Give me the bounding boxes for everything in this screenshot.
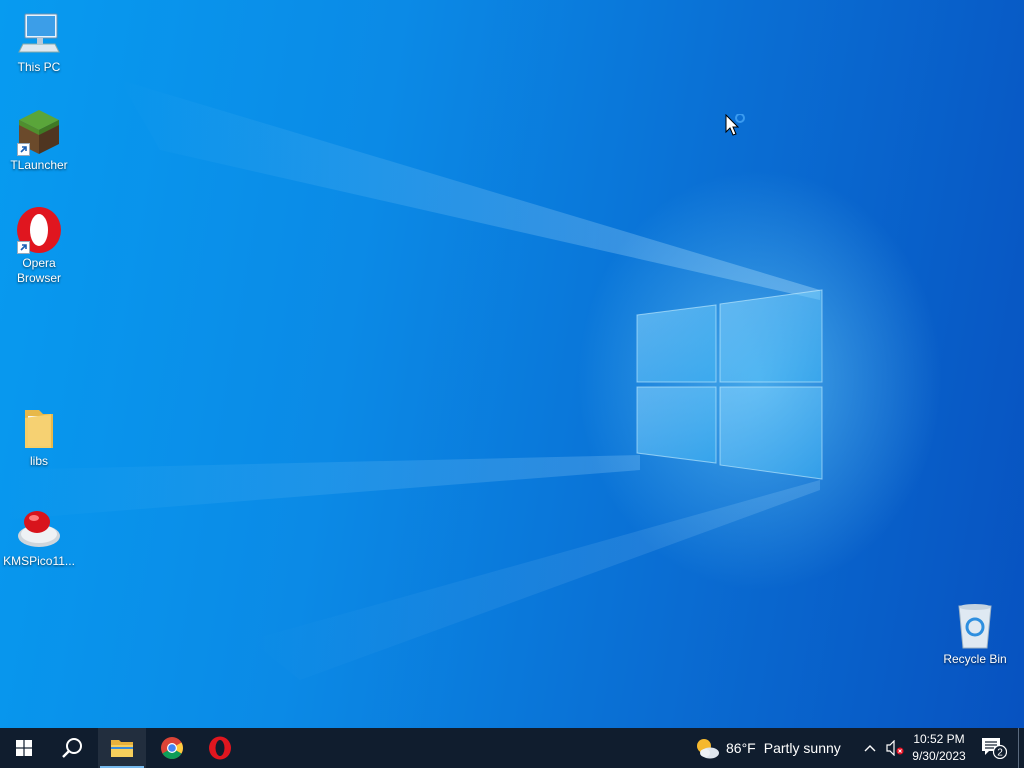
- partly-sunny-icon: [697, 739, 719, 759]
- weather-temperature: 86°F: [726, 740, 756, 756]
- desktop-icon-label: Opera Browser: [16, 256, 61, 285]
- desktop-icon-label: TLauncher: [10, 158, 68, 172]
- grass-block-icon: [15, 108, 63, 156]
- wallpaper-windows-logo: [636, 289, 823, 480]
- clock[interactable]: 10:52 PM 9/30/2023: [906, 731, 972, 765]
- search-button[interactable]: [48, 728, 96, 768]
- volume-button[interactable]: [884, 728, 906, 768]
- weather-widget[interactable]: 86°F Partly sunny: [694, 728, 841, 768]
- red-button-icon: [15, 504, 63, 552]
- chevron-up-icon: [864, 745, 876, 752]
- shortcut-arrow-icon: [17, 143, 30, 156]
- desktop-icon-libs[interactable]: libs: [1, 404, 77, 469]
- desktop-icon-recycle-bin[interactable]: Recycle Bin: [937, 602, 1013, 667]
- taskbar-chrome[interactable]: [148, 728, 196, 768]
- weather-condition: Partly sunny: [763, 740, 841, 756]
- desktop-icon-kmspico[interactable]: KMSPico11...: [1, 504, 77, 569]
- show-hidden-icons-button[interactable]: [860, 728, 880, 768]
- desktop-icon-opera[interactable]: Opera Browser: [1, 206, 77, 286]
- action-center-icon: 2: [982, 738, 1007, 759]
- desktop-icon-this-pc[interactable]: This PC: [1, 10, 77, 75]
- start-button[interactable]: [0, 728, 48, 768]
- search-icon: [62, 738, 82, 758]
- desktop-icon-label: This PC: [17, 60, 61, 74]
- desktop[interactable]: This PC TLauncher Opera Browser libs KMS…: [0, 0, 1024, 728]
- computer-icon: [15, 10, 63, 58]
- opera-icon: [15, 206, 63, 254]
- windows-logo-icon: [16, 740, 32, 756]
- taskbar-opera[interactable]: [196, 728, 244, 768]
- shortcut-arrow-icon: [17, 241, 30, 254]
- desktop-icon-tlauncher[interactable]: TLauncher: [1, 108, 77, 173]
- action-center-button[interactable]: 2: [978, 728, 1010, 768]
- folder-icon: [15, 404, 63, 452]
- taskbar: 86°F Partly sunny 10:52 PM 9/30/2023 2: [0, 728, 1024, 768]
- desktop-icon-label: KMSPico11...: [3, 554, 75, 568]
- volume-muted-icon: [886, 740, 904, 756]
- notification-count: 2: [997, 748, 1003, 759]
- desktop-icon-label: libs: [29, 454, 48, 468]
- clock-time: 10:52 PM: [913, 732, 965, 746]
- chrome-icon: [161, 737, 183, 759]
- taskbar-file-explorer[interactable]: [98, 728, 146, 768]
- opera-icon: [209, 736, 231, 760]
- show-desktop-button[interactable]: [1018, 728, 1024, 768]
- mouse-cursor-icon: [725, 114, 745, 136]
- clock-date: 9/30/2023: [912, 749, 966, 763]
- folder-icon: [111, 740, 133, 757]
- desktop-icon-label: Recycle Bin: [943, 652, 1007, 666]
- recycle-bin-icon: [951, 602, 999, 650]
